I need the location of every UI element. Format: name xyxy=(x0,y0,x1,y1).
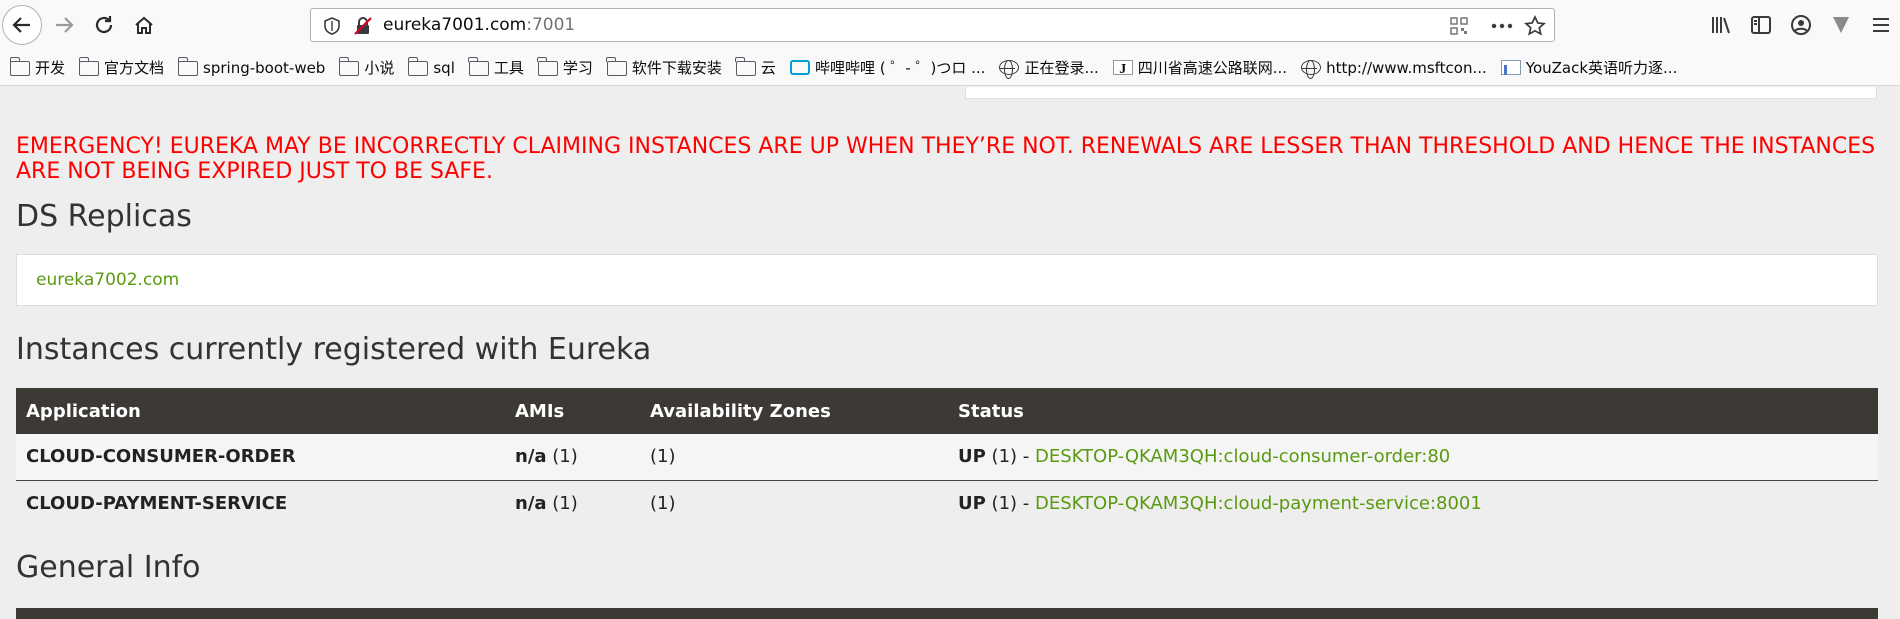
bookmark-item[interactable]: spring-boot-web xyxy=(177,57,326,77)
replica-link[interactable]: eureka7002.com xyxy=(36,270,179,290)
extension-v-icon[interactable] xyxy=(1830,14,1852,36)
bookmark-item[interactable]: sql xyxy=(407,57,455,77)
bookmark-star-icon[interactable] xyxy=(1524,15,1546,37)
back-button[interactable] xyxy=(2,5,42,45)
folder-icon xyxy=(606,57,627,76)
document-icon xyxy=(1500,60,1521,75)
ami-cell: n/a (1) xyxy=(505,434,640,481)
bookmark-item[interactable]: YouZack英语听力逐... xyxy=(1500,57,1678,78)
qr-code-icon[interactable] xyxy=(1449,16,1469,36)
bookmark-label: spring-boot-web xyxy=(203,58,326,77)
instances-heading: Instances currently registered with Eure… xyxy=(16,332,652,367)
home-button[interactable] xyxy=(124,5,164,45)
j-site-icon: J xyxy=(1112,60,1133,77)
sidebar-icon[interactable] xyxy=(1750,14,1772,36)
folder-icon xyxy=(177,57,199,76)
bookmark-label: 开发 xyxy=(35,59,66,77)
folder-icon xyxy=(537,57,558,76)
bookmark-label: 云 xyxy=(760,59,776,77)
column-header: Status xyxy=(948,388,1878,434)
bookmark-label: YouZack英语听力逐... xyxy=(1525,59,1678,77)
emergency-warning: EMERGENCY! EUREKA MAY BE INCORRECTLY CLA… xyxy=(16,134,1876,184)
table-row: CLOUD-CONSUMER-ORDER n/a (1) (1) UP (1) … xyxy=(16,434,1878,481)
folder-icon xyxy=(78,57,100,76)
bookmark-item[interactable]: 学习 xyxy=(537,57,593,78)
status-cell: UP (1) - DESKTOP-QKAM3QH:cloud-payment-s… xyxy=(948,480,1878,526)
ami-value: n/a xyxy=(515,446,547,468)
folder-icon xyxy=(9,57,30,76)
bookmark-label: 学习 xyxy=(562,59,593,77)
column-header: AMIs xyxy=(505,388,640,434)
column-header: Application xyxy=(16,388,505,434)
instances-table: Application AMIs Availability Zones Stat… xyxy=(16,388,1878,526)
globe-icon xyxy=(999,60,1020,79)
bookmark-item[interactable]: 哔哩哔哩 ( ゜- ゜)つロ ... xyxy=(789,57,986,78)
ami-count: (1) xyxy=(552,446,578,468)
status-count: (1) - xyxy=(991,446,1035,468)
bookmark-item[interactable]: 云 xyxy=(735,57,776,78)
folder-icon xyxy=(407,57,429,76)
application-cell: CLOUD-CONSUMER-ORDER xyxy=(16,434,505,481)
reload-icon xyxy=(95,16,113,34)
ds-replicas-heading: DS Replicas xyxy=(16,199,192,234)
globe-icon xyxy=(1301,60,1322,79)
folder-icon xyxy=(468,57,489,76)
bookmark-label: 软件下载安装 xyxy=(631,59,722,77)
shield-icon[interactable] xyxy=(323,17,341,35)
ami-count: (1) xyxy=(552,492,578,514)
folder-icon xyxy=(338,57,360,76)
bilibili-icon xyxy=(789,60,810,75)
bookmark-item[interactable]: J 四川省高速公路联网... xyxy=(1112,57,1288,78)
column-header: Availability Zones xyxy=(640,388,948,434)
ami-value: n/a xyxy=(515,492,547,514)
forward-button[interactable] xyxy=(44,5,84,45)
bookmark-item[interactable]: 正在登录... xyxy=(999,57,1099,79)
bookmark-item[interactable]: http://www.msftcon... xyxy=(1301,58,1487,79)
bookmark-item[interactable]: 软件下载安装 xyxy=(606,57,722,78)
bookmark-label: 哔哩哔哩 ( ゜- ゜)つロ ... xyxy=(814,59,986,77)
status-panel-fragment xyxy=(965,87,1877,99)
insecure-lock-icon[interactable] xyxy=(353,16,373,36)
zones-cell: (1) xyxy=(640,480,948,526)
hamburger-menu-icon[interactable] xyxy=(1870,14,1892,36)
ds-replicas-list: eureka7002.com xyxy=(16,254,1878,306)
bookmark-label: 四川省高速公路联网... xyxy=(1137,59,1288,77)
browser-toolbar: eureka7001.com:7001 xyxy=(0,0,1900,50)
table-header-row: Application AMIs Availability Zones Stat… xyxy=(16,388,1878,434)
bookmark-label: 小说 xyxy=(364,59,395,77)
arrow-left-icon xyxy=(12,17,30,33)
bookmark-item[interactable]: 小说 xyxy=(338,57,395,78)
more-actions-icon[interactable] xyxy=(1491,23,1513,29)
ami-cell: n/a (1) xyxy=(505,480,640,526)
instance-link[interactable]: DESKTOP-QKAM3QH:cloud-payment-service:80… xyxy=(1035,493,1482,514)
bookmark-label: http://www.msftcon... xyxy=(1326,58,1487,77)
general-info-heading: General Info xyxy=(16,550,201,585)
application-cell: CLOUD-PAYMENT-SERVICE xyxy=(16,480,505,526)
status-value: UP xyxy=(958,446,986,468)
bookmark-item[interactable]: 开发 xyxy=(9,57,66,78)
reload-button[interactable] xyxy=(84,5,124,45)
account-icon[interactable] xyxy=(1790,14,1812,36)
bookmark-item[interactable]: 官方文档 xyxy=(78,57,165,78)
bookmark-label: 正在登录... xyxy=(1024,59,1099,77)
library-icon[interactable] xyxy=(1710,14,1732,36)
status-count: (1) - xyxy=(991,492,1035,514)
status-value: UP xyxy=(958,492,986,514)
status-cell: UP (1) - DESKTOP-QKAM3QH:cloud-consumer-… xyxy=(948,434,1878,481)
general-info-table-header xyxy=(16,608,1878,619)
bookmark-label: sql xyxy=(433,58,455,77)
url-text: eureka7001.com:7001 xyxy=(383,15,576,35)
zones-cell: (1) xyxy=(640,434,948,481)
instance-link[interactable]: DESKTOP-QKAM3QH:cloud-consumer-order:80 xyxy=(1035,446,1450,467)
bookmark-label: 工具 xyxy=(493,59,524,77)
home-icon xyxy=(135,16,153,34)
folder-icon xyxy=(735,57,756,76)
url-bar[interactable]: eureka7001.com:7001 xyxy=(310,8,1555,42)
arrow-right-icon xyxy=(56,17,74,33)
bookmark-item[interactable]: 工具 xyxy=(468,57,524,78)
page-content: EMERGENCY! EUREKA MAY BE INCORRECTLY CLA… xyxy=(0,87,1900,619)
bookmark-label: 官方文档 xyxy=(104,59,165,77)
table-row: CLOUD-PAYMENT-SERVICE n/a (1) (1) UP (1)… xyxy=(16,480,1878,526)
bookmarks-bar: 开发 官方文档 spring-boot-web 小说 sql 工具 学习 软件下… xyxy=(0,50,1900,86)
